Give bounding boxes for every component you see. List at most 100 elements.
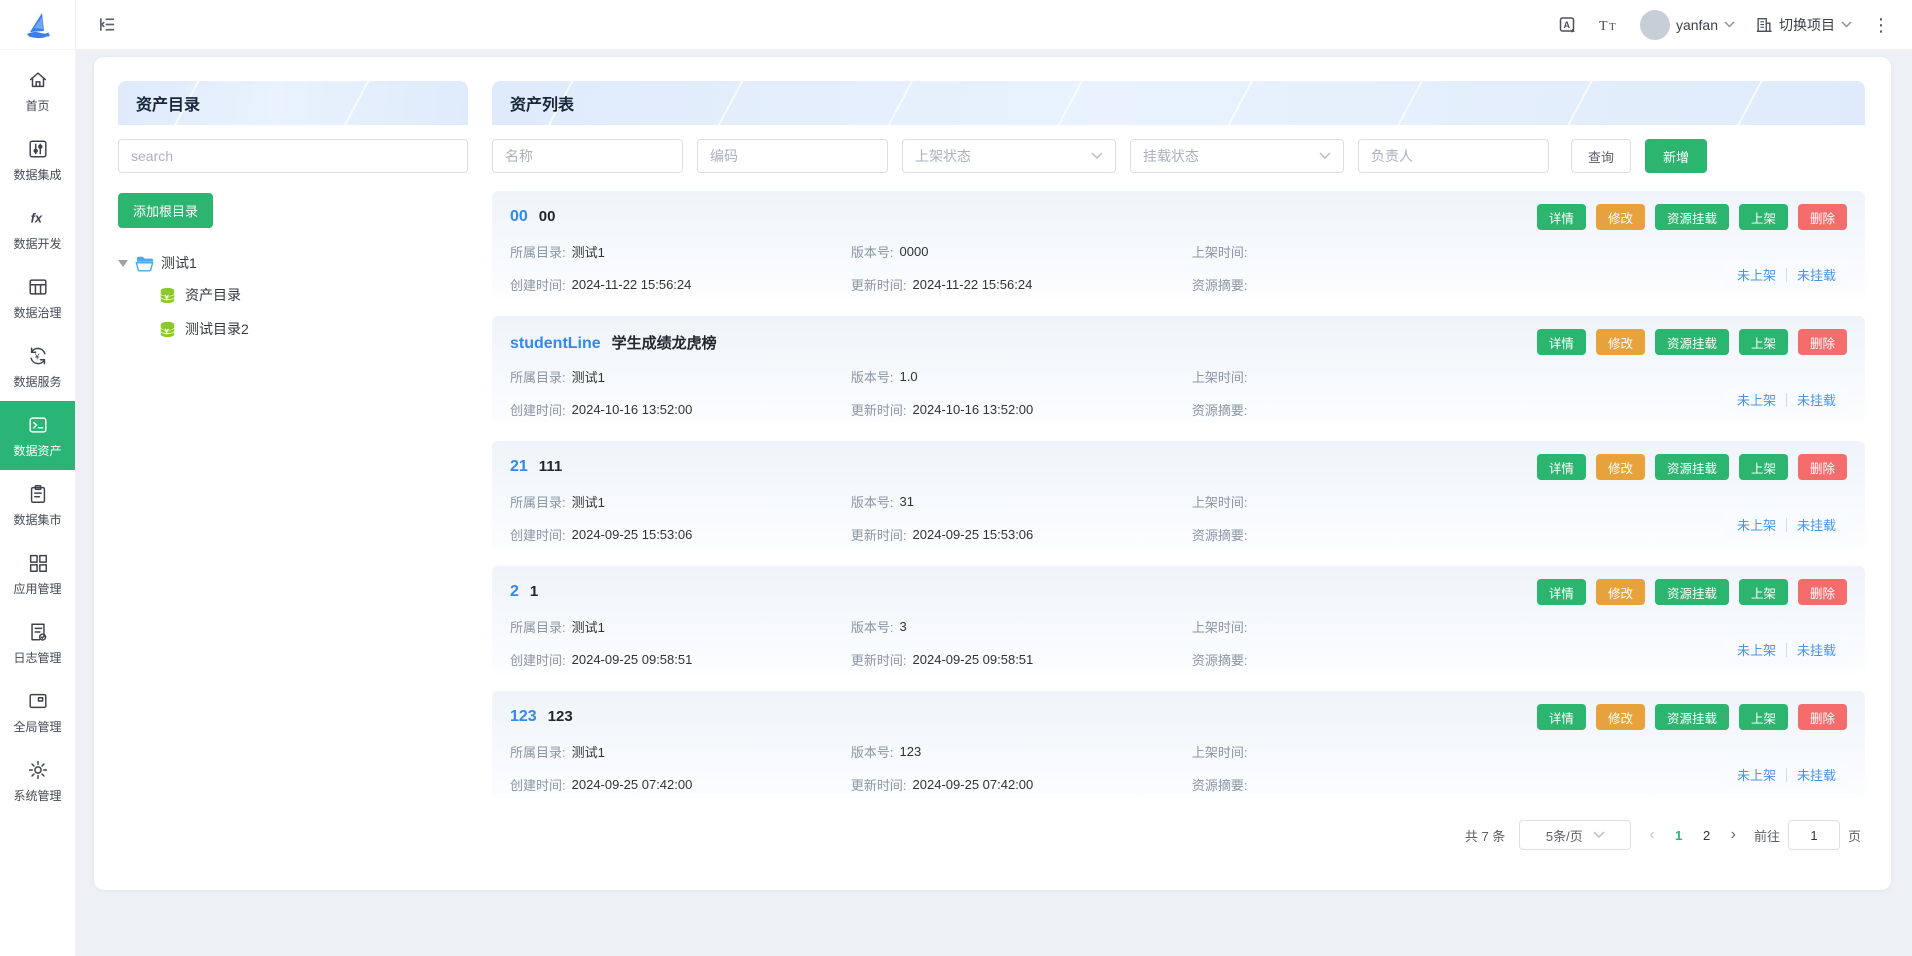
tree-child-label: 测试目录2: [185, 319, 249, 339]
delete-button[interactable]: 删除: [1798, 204, 1847, 230]
sidebar-item-data-mart[interactable]: 数据集市: [0, 470, 75, 539]
not-shelved-tag[interactable]: 未上架: [1737, 640, 1776, 659]
not-mounted-tag[interactable]: 未挂载: [1797, 390, 1836, 409]
switch-project-menu[interactable]: 切换项目: [1755, 15, 1852, 35]
add-asset-button[interactable]: 新增: [1645, 139, 1707, 173]
owner-filter-input[interactable]: [1358, 139, 1549, 173]
catalog-search-input[interactable]: [118, 139, 468, 173]
pill-divider: [1786, 768, 1787, 782]
shelve-button[interactable]: 上架: [1739, 579, 1788, 605]
sidebar-item-data-asset[interactable]: 数据资产: [0, 401, 75, 470]
tree-root-label: 测试1: [161, 253, 197, 273]
detail-button[interactable]: 详情: [1537, 579, 1586, 605]
folder-icon: [135, 255, 154, 272]
sidebar-item-global-management[interactable]: 全局管理: [0, 677, 75, 746]
detail-button[interactable]: 详情: [1537, 704, 1586, 730]
modify-button[interactable]: 修改: [1596, 704, 1645, 730]
not-mounted-tag[interactable]: 未挂载: [1797, 765, 1836, 784]
delete-button[interactable]: 删除: [1798, 329, 1847, 355]
detail-button[interactable]: 详情: [1537, 204, 1586, 230]
resource-mount-button[interactable]: 资源挂载: [1655, 204, 1729, 230]
pill-divider: [1786, 643, 1787, 657]
mount-status-select[interactable]: 挂载状态: [1130, 139, 1344, 173]
not-mounted-tag[interactable]: 未挂载: [1797, 515, 1836, 534]
user-menu[interactable]: yanfan: [1640, 10, 1735, 40]
version-value: 0000: [900, 244, 929, 259]
sidebar-item-app-management[interactable]: 应用管理: [0, 539, 75, 608]
resource-mount-button[interactable]: 资源挂载: [1655, 579, 1729, 605]
modify-button[interactable]: 修改: [1596, 329, 1645, 355]
modify-button[interactable]: 修改: [1596, 204, 1645, 230]
resource-mount-button[interactable]: 资源挂载: [1655, 704, 1729, 730]
font-size-icon[interactable]: T T: [1598, 16, 1620, 34]
page-size-select[interactable]: 5条/页: [1519, 820, 1631, 850]
delete-button[interactable]: 删除: [1798, 704, 1847, 730]
modify-button[interactable]: 修改: [1596, 454, 1645, 480]
page-number-2[interactable]: 2: [1701, 828, 1713, 843]
not-mounted-tag[interactable]: 未挂载: [1797, 640, 1836, 659]
shelve-button[interactable]: 上架: [1739, 329, 1788, 355]
page-number-1[interactable]: 1: [1673, 828, 1685, 843]
sidebar-item-data-governance[interactable]: 数据治理: [0, 263, 75, 332]
delete-button[interactable]: 删除: [1798, 454, 1847, 480]
asset-code-link[interactable]: studentLine: [510, 335, 601, 353]
not-shelved-tag[interactable]: 未上架: [1737, 515, 1776, 534]
asset-code-link[interactable]: 2: [510, 583, 519, 601]
caret-down-icon[interactable]: [118, 260, 128, 267]
svg-text:T: T: [1599, 19, 1608, 34]
table-icon: [26, 275, 50, 299]
not-shelved-tag[interactable]: 未上架: [1737, 265, 1776, 284]
not-mounted-tag[interactable]: 未挂载: [1797, 265, 1836, 284]
collapse-menu-icon[interactable]: [98, 15, 117, 34]
catalog-panel-title: 资产目录: [136, 91, 200, 115]
asset-card: 21 111 详情 修改 资源挂载 上架 删除 所属目录:测试1 版本号:31 …: [492, 441, 1865, 548]
asset-code-link[interactable]: 123: [510, 708, 537, 726]
translate-icon[interactable]: A: [1558, 15, 1578, 35]
page-suffix: 页: [1848, 826, 1861, 845]
not-shelved-tag[interactable]: 未上架: [1737, 765, 1776, 784]
chevron-down-icon: [1724, 21, 1735, 28]
name-filter-input[interactable]: [492, 139, 683, 173]
resource-mount-button[interactable]: 资源挂载: [1655, 329, 1729, 355]
app-logo[interactable]: [0, 0, 75, 50]
asset-code-link[interactable]: 00: [510, 208, 528, 226]
sidebar-item-data-service[interactable]: ¥数据服务: [0, 332, 75, 401]
shelve-button[interactable]: 上架: [1739, 454, 1788, 480]
shelf-status-select[interactable]: 上架状态: [902, 139, 1116, 173]
query-button[interactable]: 查询: [1571, 139, 1631, 173]
shelve-button[interactable]: 上架: [1739, 204, 1788, 230]
resource-mount-button[interactable]: 资源挂载: [1655, 454, 1729, 480]
sidebar-item-label: 数据资产: [13, 442, 61, 459]
svg-text:fx: fx: [30, 211, 42, 226]
modify-button[interactable]: 修改: [1596, 579, 1645, 605]
catalog-value: 测试1: [572, 742, 605, 761]
sidebar-item-system-management[interactable]: 系统管理: [0, 746, 75, 815]
created-label: 创建时间:: [510, 525, 566, 544]
prev-page-icon[interactable]: ‹: [1645, 826, 1658, 844]
add-root-catalog-button[interactable]: 添加根目录: [118, 193, 213, 228]
shelf-time-label: 上架时间:: [1192, 742, 1248, 761]
tree-node-root[interactable]: 测试1: [118, 248, 468, 278]
next-page-icon[interactable]: ›: [1727, 826, 1740, 844]
sidebar-item-log-management[interactable]: 日志管理: [0, 608, 75, 677]
code-filter-input[interactable]: [697, 139, 888, 173]
shelve-button[interactable]: 上架: [1739, 704, 1788, 730]
not-shelved-tag[interactable]: 未上架: [1737, 390, 1776, 409]
detail-button[interactable]: 详情: [1537, 454, 1586, 480]
tree-node-child[interactable]: ¥ 测试目录2: [158, 312, 468, 346]
detail-button[interactable]: 详情: [1537, 329, 1586, 355]
sidebar-item-label: 首页: [25, 97, 49, 114]
summary-label: 资源摘要:: [1192, 275, 1248, 294]
summary-label: 资源摘要:: [1192, 775, 1248, 794]
sidebar-item-home[interactable]: 首页: [0, 56, 75, 125]
asset-code-link[interactable]: 21: [510, 458, 528, 476]
asset-name: 123: [548, 708, 573, 725]
more-options-icon[interactable]: ⋮: [1872, 16, 1890, 34]
tree-node-child[interactable]: ¥ 资产目录: [158, 278, 468, 312]
goto-page-input[interactable]: [1788, 820, 1840, 850]
logo-icon: [21, 8, 55, 42]
sidebar-item-data-integration[interactable]: 数据集成: [0, 125, 75, 194]
delete-button[interactable]: 删除: [1798, 579, 1847, 605]
tree-children: ¥ 资产目录 ¥ 测试目录2: [118, 278, 468, 346]
sidebar-item-data-development[interactable]: fx数据开发: [0, 194, 75, 263]
